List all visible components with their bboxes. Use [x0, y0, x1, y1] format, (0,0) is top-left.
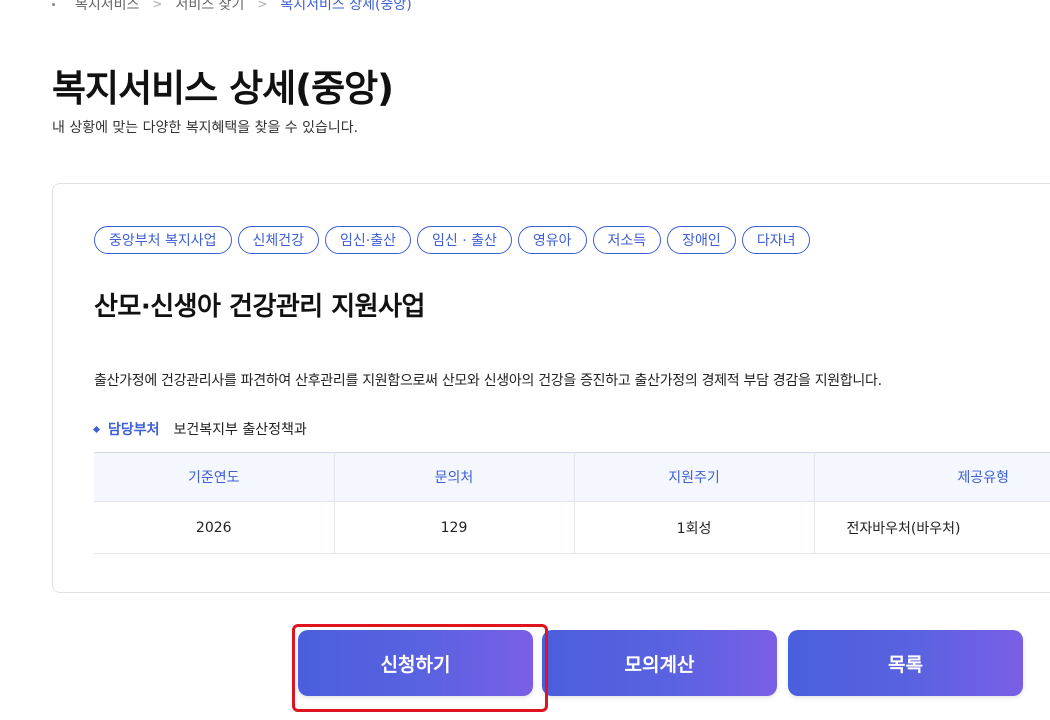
page-title: 복지서비스 상세(중앙) [52, 67, 394, 110]
header-provision-type: 제공유형 [814, 452, 1050, 502]
tag[interactable]: 장애인 [667, 226, 736, 254]
tag[interactable]: 임신·출산 [325, 226, 412, 254]
page: 복지서비스 > 서비스 찾기 > 복지서비스 상세(중앙) 복지서비스 상세(중… [0, 0, 1050, 720]
apply-button[interactable]: 신청하기 [298, 630, 533, 696]
home-dot-icon [52, 2, 55, 6]
chevron-right-icon: > [152, 0, 163, 11]
table-row: 2026 129 1회성 전자바우처(바우처) [94, 501, 1050, 554]
chevron-right-icon: > [257, 0, 268, 11]
page-subtitle: 내 상황에 맞는 다양한 복지혜택을 찾을 수 있습니다. [52, 120, 359, 136]
tag[interactable]: 신체건강 [237, 226, 320, 254]
header-contact: 문의처 [334, 452, 575, 502]
tag[interactable]: 다자녀 [741, 226, 811, 254]
diamond-bullet-icon [92, 425, 101, 433]
tag[interactable]: 중앙부처 복지사업 [94, 226, 232, 254]
service-detail-card: 중앙부처 복지사업 신체건강 임신·출산 임신 · 출산 영유아 저소득 장애인… [52, 183, 1050, 593]
header-support-cycle: 지원주기 [574, 452, 815, 502]
department-label: 담당부처 [108, 422, 160, 438]
breadcrumb: 복지서비스 > 서비스 찾기 > 복지서비스 상세(중앙) [52, 0, 412, 14]
cell-provision-type: 전자바우처(바우처) [814, 501, 1050, 554]
header-base-year: 기준연도 [94, 452, 335, 502]
cell-support-cycle: 1회성 [574, 501, 815, 554]
service-description: 출산가정에 건강관리사를 파견하여 산후관리를 지원함으로써 산모와 신생아의 … [94, 373, 882, 389]
table-header-row: 기준연도 문의처 지원주기 제공유형 [94, 452, 1050, 502]
service-info-table: 기준연도 문의처 지원주기 제공유형 2026 129 1회성 전자바우처(바우… [94, 452, 1050, 554]
breadcrumb-item-search[interactable]: 서비스 찾기 [175, 0, 244, 14]
tag[interactable]: 영유아 [517, 226, 587, 254]
department-value: 보건복지부 출산정책과 [173, 422, 307, 438]
tag[interactable]: 저소득 [592, 226, 662, 254]
cell-base-year: 2026 [94, 501, 335, 554]
service-title: 산모·신생아 건강관리 지원사업 [94, 292, 425, 322]
mock-calculation-button[interactable]: 모의계산 [542, 630, 777, 696]
breadcrumb-item-current: 복지서비스 상세(중앙) [280, 0, 412, 13]
cell-contact: 129 [334, 501, 575, 554]
tag-list: 중앙부처 복지사업 신체건강 임신·출산 임신 · 출산 영유아 저소득 장애인… [94, 226, 811, 254]
breadcrumb-item-welfare[interactable]: 복지서비스 [75, 0, 139, 14]
tag[interactable]: 임신 · 출산 [417, 226, 512, 254]
department-info: 담당부처 보건복지부 출산정책과 [92, 419, 307, 439]
list-button[interactable]: 목록 [788, 630, 1023, 696]
